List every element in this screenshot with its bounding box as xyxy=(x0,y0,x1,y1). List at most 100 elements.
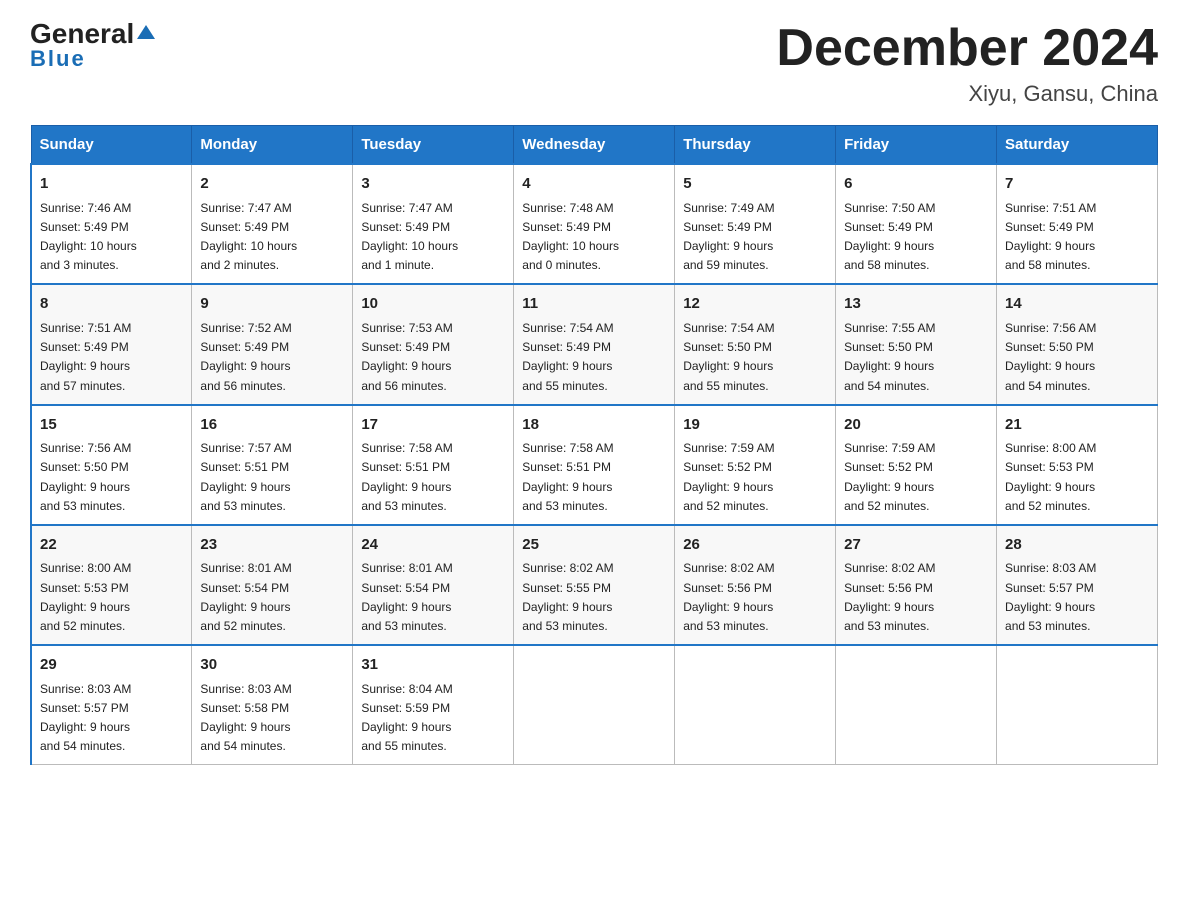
calendar-cell: 24 Sunrise: 8:01 AM Sunset: 5:54 PM Dayl… xyxy=(353,525,514,645)
calendar-cell: 2 Sunrise: 7:47 AM Sunset: 5:49 PM Dayli… xyxy=(192,164,353,284)
day-number: 15 xyxy=(40,414,183,437)
calendar-cell: 28 Sunrise: 8:03 AM Sunset: 5:57 PM Dayl… xyxy=(997,525,1158,645)
day-number: 25 xyxy=(522,534,666,557)
day-number: 24 xyxy=(361,534,505,557)
calendar-cell: 6 Sunrise: 7:50 AM Sunset: 5:49 PM Dayli… xyxy=(836,164,997,284)
logo-triangle-icon xyxy=(135,21,157,43)
calendar-cell: 19 Sunrise: 7:59 AM Sunset: 5:52 PM Dayl… xyxy=(675,405,836,525)
calendar-table: SundayMondayTuesdayWednesdayThursdayFrid… xyxy=(30,125,1158,765)
calendar-cell: 26 Sunrise: 8:02 AM Sunset: 5:56 PM Dayl… xyxy=(675,525,836,645)
day-number: 20 xyxy=(844,414,988,437)
calendar-cell: 12 Sunrise: 7:54 AM Sunset: 5:50 PM Dayl… xyxy=(675,284,836,404)
day-number: 4 xyxy=(522,173,666,196)
day-info: Sunrise: 7:49 AM Sunset: 5:49 PM Dayligh… xyxy=(683,199,827,276)
day-number: 19 xyxy=(683,414,827,437)
day-info: Sunrise: 8:02 AM Sunset: 5:56 PM Dayligh… xyxy=(683,559,827,636)
day-info: Sunrise: 7:48 AM Sunset: 5:49 PM Dayligh… xyxy=(522,199,666,276)
day-info: Sunrise: 8:03 AM Sunset: 5:57 PM Dayligh… xyxy=(40,680,183,757)
calendar-body: 1 Sunrise: 7:46 AM Sunset: 5:49 PM Dayli… xyxy=(31,164,1158,765)
page-header: General Blue December 2024 Xiyu, Gansu, … xyxy=(30,20,1158,107)
weekday-header-tuesday: Tuesday xyxy=(353,126,514,165)
day-number: 9 xyxy=(200,293,344,316)
day-number: 28 xyxy=(1005,534,1149,557)
calendar-cell: 13 Sunrise: 7:55 AM Sunset: 5:50 PM Dayl… xyxy=(836,284,997,404)
day-number: 26 xyxy=(683,534,827,557)
calendar-week-5: 29 Sunrise: 8:03 AM Sunset: 5:57 PM Dayl… xyxy=(31,645,1158,765)
title-area: December 2024 Xiyu, Gansu, China xyxy=(776,20,1158,107)
weekday-header-sunday: Sunday xyxy=(31,126,192,165)
calendar-cell: 25 Sunrise: 8:02 AM Sunset: 5:55 PM Dayl… xyxy=(514,525,675,645)
calendar-cell: 22 Sunrise: 8:00 AM Sunset: 5:53 PM Dayl… xyxy=(31,525,192,645)
calendar-cell: 8 Sunrise: 7:51 AM Sunset: 5:49 PM Dayli… xyxy=(31,284,192,404)
calendar-cell xyxy=(997,645,1158,765)
day-number: 31 xyxy=(361,654,505,677)
calendar-cell: 16 Sunrise: 7:57 AM Sunset: 5:51 PM Dayl… xyxy=(192,405,353,525)
day-number: 23 xyxy=(200,534,344,557)
day-info: Sunrise: 7:56 AM Sunset: 5:50 PM Dayligh… xyxy=(40,439,183,516)
calendar-week-1: 1 Sunrise: 7:46 AM Sunset: 5:49 PM Dayli… xyxy=(31,164,1158,284)
calendar-cell xyxy=(836,645,997,765)
day-number: 11 xyxy=(522,293,666,316)
calendar-cell: 29 Sunrise: 8:03 AM Sunset: 5:57 PM Dayl… xyxy=(31,645,192,765)
weekday-header-monday: Monday xyxy=(192,126,353,165)
day-info: Sunrise: 8:00 AM Sunset: 5:53 PM Dayligh… xyxy=(40,559,183,636)
day-info: Sunrise: 7:47 AM Sunset: 5:49 PM Dayligh… xyxy=(200,199,344,276)
calendar-cell: 5 Sunrise: 7:49 AM Sunset: 5:49 PM Dayli… xyxy=(675,164,836,284)
calendar-week-2: 8 Sunrise: 7:51 AM Sunset: 5:49 PM Dayli… xyxy=(31,284,1158,404)
calendar-week-3: 15 Sunrise: 7:56 AM Sunset: 5:50 PM Dayl… xyxy=(31,405,1158,525)
weekday-header-row: SundayMondayTuesdayWednesdayThursdayFrid… xyxy=(31,126,1158,165)
calendar-cell: 17 Sunrise: 7:58 AM Sunset: 5:51 PM Dayl… xyxy=(353,405,514,525)
day-number: 14 xyxy=(1005,293,1149,316)
day-info: Sunrise: 7:59 AM Sunset: 5:52 PM Dayligh… xyxy=(683,439,827,516)
day-number: 1 xyxy=(40,173,183,196)
day-info: Sunrise: 8:01 AM Sunset: 5:54 PM Dayligh… xyxy=(361,559,505,636)
calendar-cell: 15 Sunrise: 7:56 AM Sunset: 5:50 PM Dayl… xyxy=(31,405,192,525)
day-number: 6 xyxy=(844,173,988,196)
calendar-cell: 18 Sunrise: 7:58 AM Sunset: 5:51 PM Dayl… xyxy=(514,405,675,525)
day-info: Sunrise: 7:59 AM Sunset: 5:52 PM Dayligh… xyxy=(844,439,988,516)
calendar-cell: 4 Sunrise: 7:48 AM Sunset: 5:49 PM Dayli… xyxy=(514,164,675,284)
day-info: Sunrise: 8:02 AM Sunset: 5:55 PM Dayligh… xyxy=(522,559,666,636)
calendar-cell: 3 Sunrise: 7:47 AM Sunset: 5:49 PM Dayli… xyxy=(353,164,514,284)
day-info: Sunrise: 8:03 AM Sunset: 5:58 PM Dayligh… xyxy=(200,680,344,757)
day-info: Sunrise: 7:58 AM Sunset: 5:51 PM Dayligh… xyxy=(361,439,505,516)
day-number: 16 xyxy=(200,414,344,437)
calendar-cell: 31 Sunrise: 8:04 AM Sunset: 5:59 PM Dayl… xyxy=(353,645,514,765)
calendar-subtitle: Xiyu, Gansu, China xyxy=(776,81,1158,107)
calendar-cell: 1 Sunrise: 7:46 AM Sunset: 5:49 PM Dayli… xyxy=(31,164,192,284)
calendar-cell: 27 Sunrise: 8:02 AM Sunset: 5:56 PM Dayl… xyxy=(836,525,997,645)
weekday-header-friday: Friday xyxy=(836,126,997,165)
weekday-header-thursday: Thursday xyxy=(675,126,836,165)
weekday-header-saturday: Saturday xyxy=(997,126,1158,165)
day-number: 2 xyxy=(200,173,344,196)
day-info: Sunrise: 8:00 AM Sunset: 5:53 PM Dayligh… xyxy=(1005,439,1149,516)
day-info: Sunrise: 7:56 AM Sunset: 5:50 PM Dayligh… xyxy=(1005,319,1149,396)
calendar-cell: 21 Sunrise: 8:00 AM Sunset: 5:53 PM Dayl… xyxy=(997,405,1158,525)
day-number: 5 xyxy=(683,173,827,196)
day-number: 7 xyxy=(1005,173,1149,196)
day-info: Sunrise: 8:04 AM Sunset: 5:59 PM Dayligh… xyxy=(361,680,505,757)
calendar-cell: 23 Sunrise: 8:01 AM Sunset: 5:54 PM Dayl… xyxy=(192,525,353,645)
day-info: Sunrise: 8:01 AM Sunset: 5:54 PM Dayligh… xyxy=(200,559,344,636)
day-number: 29 xyxy=(40,654,183,677)
day-info: Sunrise: 7:55 AM Sunset: 5:50 PM Dayligh… xyxy=(844,319,988,396)
day-info: Sunrise: 7:52 AM Sunset: 5:49 PM Dayligh… xyxy=(200,319,344,396)
day-info: Sunrise: 7:46 AM Sunset: 5:49 PM Dayligh… xyxy=(40,199,183,276)
logo-general: General xyxy=(30,20,134,48)
calendar-cell: 7 Sunrise: 7:51 AM Sunset: 5:49 PM Dayli… xyxy=(997,164,1158,284)
day-info: Sunrise: 7:51 AM Sunset: 5:49 PM Dayligh… xyxy=(1005,199,1149,276)
day-info: Sunrise: 7:54 AM Sunset: 5:50 PM Dayligh… xyxy=(683,319,827,396)
day-number: 13 xyxy=(844,293,988,316)
day-info: Sunrise: 7:57 AM Sunset: 5:51 PM Dayligh… xyxy=(200,439,344,516)
day-number: 30 xyxy=(200,654,344,677)
calendar-cell xyxy=(675,645,836,765)
calendar-cell: 14 Sunrise: 7:56 AM Sunset: 5:50 PM Dayl… xyxy=(997,284,1158,404)
weekday-header-wednesday: Wednesday xyxy=(514,126,675,165)
day-number: 17 xyxy=(361,414,505,437)
day-number: 18 xyxy=(522,414,666,437)
day-info: Sunrise: 8:02 AM Sunset: 5:56 PM Dayligh… xyxy=(844,559,988,636)
day-info: Sunrise: 8:03 AM Sunset: 5:57 PM Dayligh… xyxy=(1005,559,1149,636)
day-number: 3 xyxy=(361,173,505,196)
day-number: 21 xyxy=(1005,414,1149,437)
calendar-cell: 20 Sunrise: 7:59 AM Sunset: 5:52 PM Dayl… xyxy=(836,405,997,525)
